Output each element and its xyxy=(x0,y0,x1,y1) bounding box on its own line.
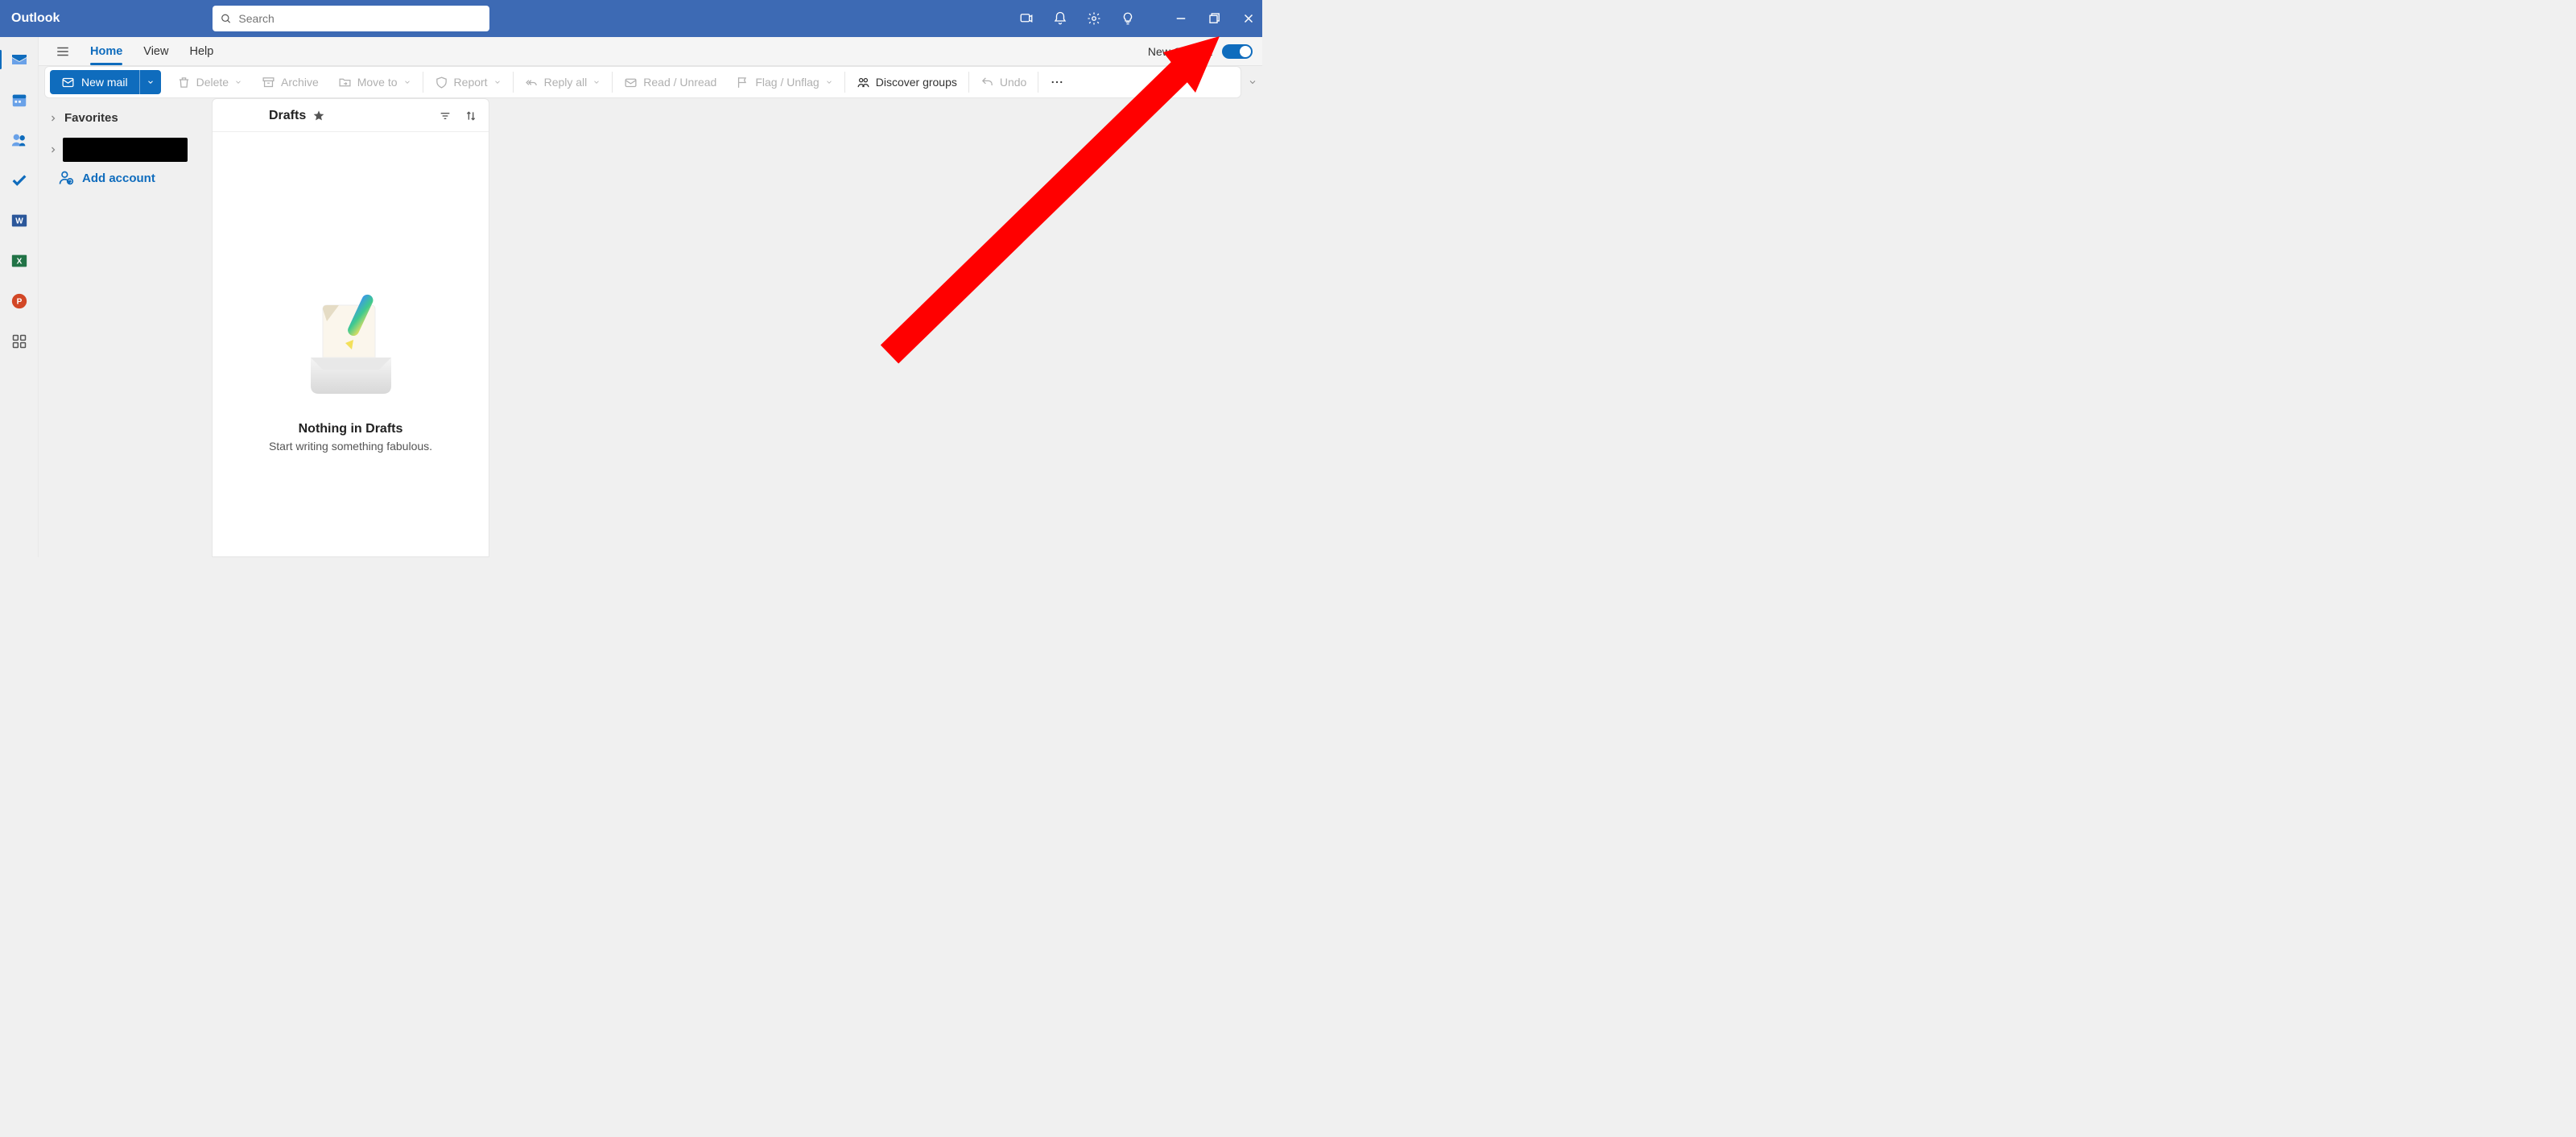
add-account-icon xyxy=(58,170,74,186)
account-redacted[interactable] xyxy=(63,138,188,162)
chevron-down-icon xyxy=(592,78,601,86)
add-account-button[interactable]: Add account xyxy=(43,162,207,191)
empty-drafts-illustration xyxy=(299,285,403,398)
app-rail: W X P xyxy=(0,37,39,557)
trash-icon xyxy=(177,76,191,89)
close-button[interactable] xyxy=(1241,11,1256,26)
settings-icon[interactable] xyxy=(1087,11,1101,26)
chevron-down-icon xyxy=(403,78,411,86)
favorites-folder[interactable]: Favorites xyxy=(43,106,207,130)
archive-label: Archive xyxy=(281,76,319,89)
chevron-right-icon xyxy=(48,145,58,155)
reply-all-label: Reply all xyxy=(544,76,588,89)
mail-app-icon xyxy=(10,50,29,69)
move-to-button[interactable]: Move to xyxy=(328,67,421,97)
read-unread-button[interactable]: Read / Unread xyxy=(614,67,726,97)
people-app-icon xyxy=(10,131,28,149)
new-outlook-toggle[interactable] xyxy=(1222,44,1253,59)
excel-app-icon: X xyxy=(10,252,28,270)
app-excel[interactable]: X xyxy=(8,250,31,272)
ribbon: New mail Delete Archive Move to Report R… xyxy=(44,66,1241,98)
notifications-icon[interactable] xyxy=(1053,11,1067,26)
new-mail-button[interactable]: New mail xyxy=(50,70,161,94)
archive-button[interactable]: Archive xyxy=(252,67,328,97)
shield-icon xyxy=(435,76,448,89)
new-mail-dropdown[interactable] xyxy=(139,70,161,94)
discover-groups-button[interactable]: Discover groups xyxy=(847,67,967,97)
app-more[interactable] xyxy=(8,330,31,353)
archive-icon xyxy=(262,76,275,89)
minimize-button[interactable] xyxy=(1174,11,1188,26)
search-input[interactable] xyxy=(238,12,481,25)
chevron-down-icon xyxy=(147,78,155,86)
ellipsis-icon xyxy=(1050,75,1064,89)
reply-all-icon xyxy=(525,76,539,89)
move-to-label: Move to xyxy=(357,76,398,89)
read-unread-label: Read / Unread xyxy=(643,76,716,89)
apps-grid-icon xyxy=(11,333,27,349)
maximize-button[interactable] xyxy=(1208,11,1222,26)
powerpoint-app-icon: P xyxy=(10,292,28,310)
discover-groups-label: Discover groups xyxy=(876,76,957,89)
chevron-right-icon xyxy=(48,114,58,123)
app-todo[interactable] xyxy=(8,169,31,192)
app-mail[interactable] xyxy=(8,48,31,71)
calendar-app-icon xyxy=(10,91,28,109)
undo-button[interactable]: Undo xyxy=(971,67,1036,97)
svg-text:X: X xyxy=(16,258,22,267)
reply-all-button[interactable]: Reply all xyxy=(515,67,611,97)
filter-icon[interactable] xyxy=(439,110,452,122)
word-app-icon: W xyxy=(10,212,28,229)
delete-label: Delete xyxy=(196,76,229,89)
empty-state-subtitle: Start writing something fabulous. xyxy=(269,440,432,453)
undo-label: Undo xyxy=(1000,76,1026,89)
undo-icon xyxy=(980,76,994,89)
report-button[interactable]: Report xyxy=(425,67,511,97)
new-outlook-label: New Outlook xyxy=(1148,45,1212,58)
tips-icon[interactable] xyxy=(1121,11,1135,26)
groups-icon xyxy=(857,76,870,89)
message-list-pane: Drafts xyxy=(212,98,489,557)
svg-text:W: W xyxy=(15,217,23,226)
app-word[interactable]: W xyxy=(8,209,31,232)
app-calendar[interactable] xyxy=(8,89,31,111)
flag-label: Flag / Unflag xyxy=(755,76,819,89)
chevron-down-icon xyxy=(825,78,833,86)
delete-button[interactable]: Delete xyxy=(167,67,252,97)
meet-now-icon[interactable] xyxy=(1019,11,1034,26)
tab-home[interactable]: Home xyxy=(90,39,122,64)
add-account-label: Add account xyxy=(82,172,155,185)
svg-text:P: P xyxy=(16,298,22,307)
chevron-down-icon xyxy=(493,78,502,86)
app-powerpoint[interactable]: P xyxy=(8,290,31,312)
app-title: Outlook xyxy=(11,11,60,26)
sort-icon[interactable] xyxy=(464,110,477,122)
hamburger-menu[interactable] xyxy=(48,44,77,59)
ribbon-expand-button[interactable] xyxy=(1248,77,1262,87)
report-label: Report xyxy=(454,76,488,89)
chevron-down-icon xyxy=(234,78,242,86)
tab-help[interactable]: Help xyxy=(189,39,213,64)
flag-icon xyxy=(736,76,749,89)
more-options-button[interactable] xyxy=(1040,67,1074,97)
read-icon xyxy=(624,76,638,89)
app-people[interactable] xyxy=(8,129,31,151)
new-mail-label: New mail xyxy=(81,76,128,89)
star-icon[interactable] xyxy=(312,110,325,122)
folder-title: Drafts xyxy=(269,109,306,123)
tab-view[interactable]: View xyxy=(143,39,168,64)
favorites-label: Favorites xyxy=(64,111,118,125)
mail-icon xyxy=(61,76,75,89)
flag-button[interactable]: Flag / Unflag xyxy=(726,67,842,97)
chevron-down-icon xyxy=(1248,77,1257,87)
search-icon xyxy=(221,13,232,25)
todo-app-icon xyxy=(10,172,28,189)
empty-state-title: Nothing in Drafts xyxy=(299,422,403,436)
folder-pane: Favorites Add account xyxy=(39,98,212,557)
folder-move-icon xyxy=(338,76,352,89)
search-box[interactable] xyxy=(213,6,489,31)
